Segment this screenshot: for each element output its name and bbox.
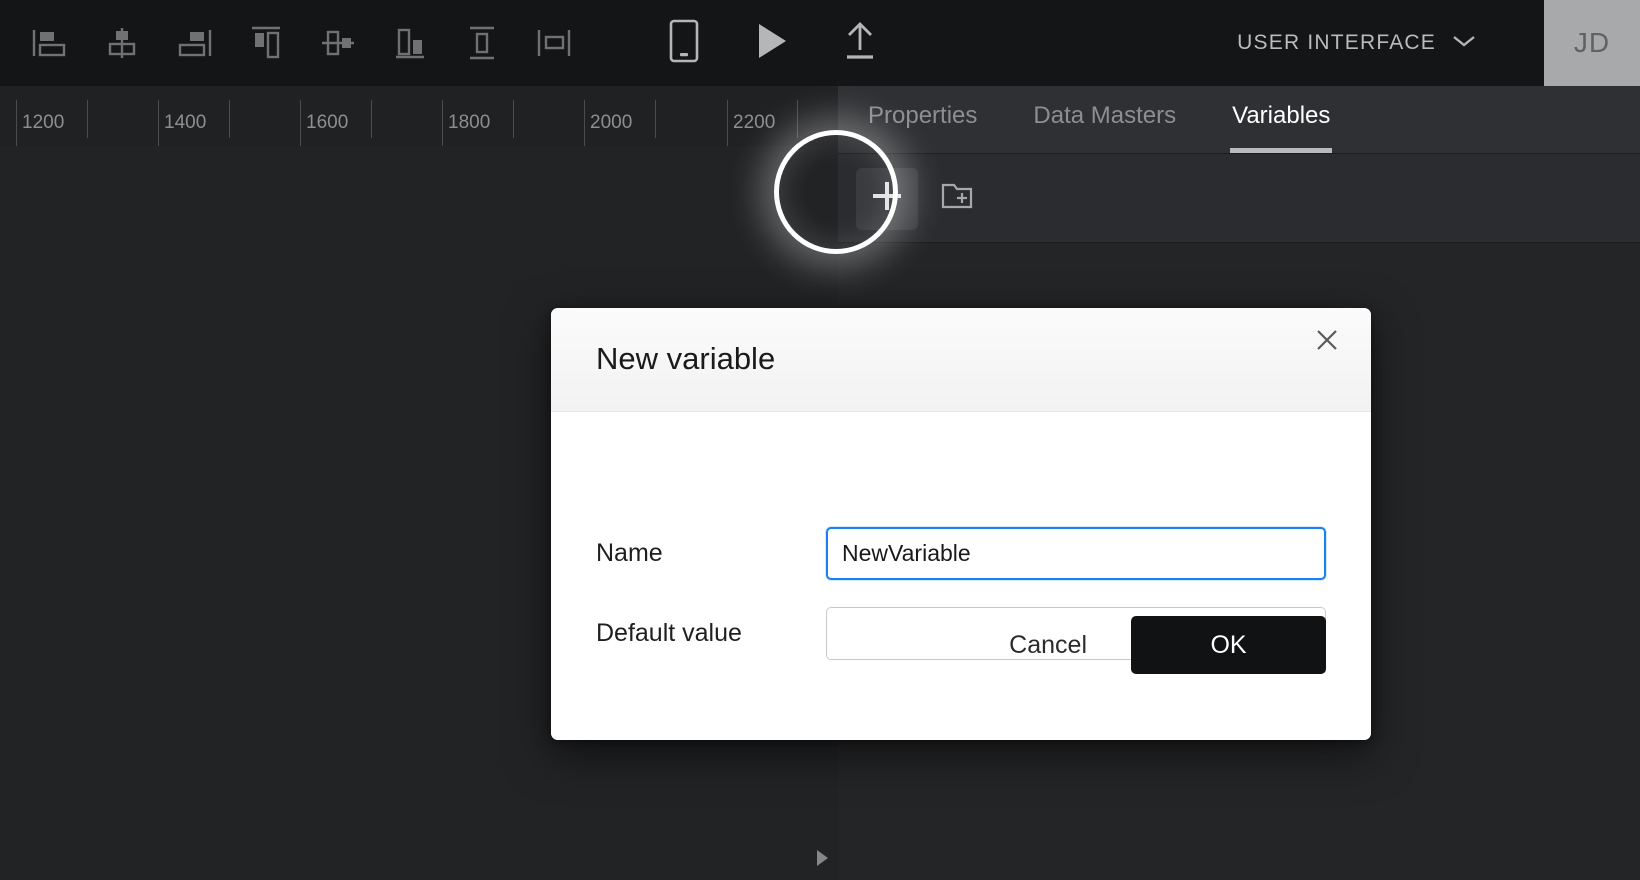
name-field-row: Name NewVariable <box>596 527 1326 580</box>
align-top-icon <box>246 24 286 62</box>
align-left-icon <box>30 24 70 62</box>
ruler-tick-major <box>300 100 301 146</box>
ruler-tick-major <box>158 100 159 146</box>
cancel-button[interactable]: Cancel <box>983 617 1113 674</box>
panel-collapse-arrow[interactable] <box>814 848 830 873</box>
ruler-tick-label: 2200 <box>733 112 776 133</box>
ruler-tick-minor <box>229 100 230 138</box>
ruler-tick-minor <box>797 100 798 138</box>
ruler-tick-minor <box>371 100 372 138</box>
avatar[interactable]: JD <box>1544 0 1640 86</box>
align-bottom-icon <box>390 24 430 62</box>
ok-button[interactable]: OK <box>1131 616 1326 674</box>
align-center-horizontal-icon <box>102 24 142 62</box>
project-selector[interactable]: USER INTERFACE <box>1237 0 1476 86</box>
align-left-icon-button[interactable] <box>14 0 86 86</box>
tab-data-masters-label: Data Masters <box>1033 102 1177 129</box>
dialog-body: Name NewVariable Default value Cancel OK <box>551 412 1371 740</box>
default-value-field-label: Default value <box>596 619 742 647</box>
ruler-tick-label: 1200 <box>22 112 65 133</box>
device-preview-button[interactable] <box>655 0 713 86</box>
name-field-label: Name <box>596 539 663 567</box>
ruler-tick-label: 1600 <box>306 112 349 133</box>
align-top-icon-button[interactable] <box>230 0 302 86</box>
dialog-title: New variable <box>596 341 776 376</box>
distribute-vertical-icon <box>462 24 502 62</box>
preview-tool-group <box>655 0 889 86</box>
tab-properties[interactable]: Properties <box>868 85 977 153</box>
align-bottom-icon-button[interactable] <box>374 0 446 86</box>
distribute-horizontal-icon-button[interactable] <box>518 0 590 86</box>
panel-action-bar <box>838 155 1640 243</box>
ruler-tick-label: 1800 <box>448 112 491 133</box>
ruler-tick-minor <box>87 100 88 138</box>
tab-variables[interactable]: Variables <box>1230 85 1333 153</box>
tab-data-masters[interactable]: Data Masters <box>1033 85 1176 153</box>
distribute-vertical-icon-button[interactable] <box>446 0 518 86</box>
device-preview-icon <box>669 19 699 68</box>
dialog-header: New variable <box>551 308 1371 412</box>
publish-upload-icon <box>842 20 878 67</box>
add-variable-button[interactable] <box>856 167 918 230</box>
add-variable-group-button[interactable] <box>926 168 988 230</box>
ruler-tick-major <box>584 100 585 146</box>
ruler-tick-major <box>727 100 728 146</box>
dialog-actions: Cancel OK <box>983 616 1326 674</box>
tab-properties-label: Properties <box>868 102 978 129</box>
horizontal-ruler[interactable]: 1200 1400 1600 1800 2000 2200 <box>0 86 838 146</box>
ruler-tick-minor <box>655 100 656 138</box>
name-input-value: NewVariable <box>842 540 971 566</box>
publish-upload-button[interactable] <box>831 0 889 86</box>
panel-tab-bar: Properties Data Masters Variables <box>838 86 1640 154</box>
new-variable-dialog: New variable Name NewVariable Default va… <box>551 308 1371 740</box>
avatar-initials: JD <box>1573 27 1611 58</box>
align-middle-vertical-icon-button[interactable] <box>302 0 374 86</box>
triangle-right-icon <box>814 850 830 872</box>
alignment-tool-group <box>0 0 590 86</box>
project-label: USER INTERFACE <box>1237 31 1436 54</box>
play-preview-button[interactable] <box>743 0 801 86</box>
distribute-horizontal-icon <box>534 24 574 62</box>
play-preview-icon <box>755 21 789 66</box>
top-toolbar: USER INTERFACE JD <box>0 0 1640 86</box>
ruler-tick-major <box>442 100 443 146</box>
ruler-tick-major <box>16 100 17 146</box>
tab-variables-label: Variables <box>1232 102 1331 129</box>
chevron-down-icon <box>1452 34 1476 53</box>
app-root: USER INTERFACE JD 1200 1400 1600 1800 2000 22… <box>0 0 1640 880</box>
ruler-tick-label: 2000 <box>590 112 633 133</box>
align-right-icon <box>174 24 214 62</box>
ruler-tick-minor <box>513 100 514 138</box>
plus-icon <box>870 179 904 218</box>
name-input[interactable]: NewVariable <box>826 527 1326 580</box>
ruler-tick-label: 1400 <box>164 112 207 133</box>
folder-plus-icon <box>941 181 973 216</box>
close-button[interactable] <box>1305 320 1349 364</box>
close-icon <box>1314 327 1340 358</box>
align-center-horizontal-icon-button[interactable] <box>86 0 158 86</box>
align-middle-vertical-icon <box>318 24 358 62</box>
align-right-icon-button[interactable] <box>158 0 230 86</box>
